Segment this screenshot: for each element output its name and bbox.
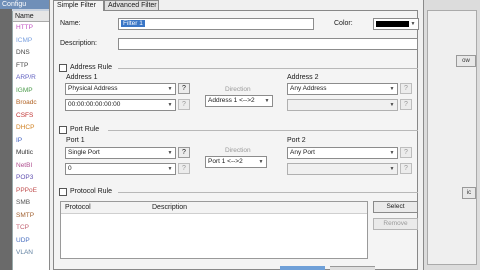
port2-type-select[interactable]: Any Port ▼ [287, 147, 398, 159]
address-rule-checkbox[interactable] [59, 64, 67, 72]
protocol-list-item[interactable]: PPPoE [16, 187, 37, 194]
protocol-list-item[interactable]: CSFS [16, 112, 33, 119]
address-rule-divider [118, 68, 418, 69]
address2-type-select[interactable]: Any Address ▼ [287, 83, 398, 95]
color-swatch [376, 21, 409, 27]
chevron-down-icon: ▼ [389, 102, 395, 108]
protocol-list-item[interactable]: UDP [16, 237, 30, 244]
chevron-down-icon: ▼ [258, 159, 264, 165]
port2-label: Port 2 [287, 137, 306, 144]
address1-value-field[interactable]: 00:00:00:00:00:00 ▼ [65, 99, 176, 111]
port-direction-select[interactable]: Port 1 <-->2 ▼ [205, 156, 267, 168]
port2-help-button[interactable]: ? [400, 147, 412, 158]
chevron-down-icon: ▼ [389, 166, 395, 172]
port1-label: Port 1 [66, 137, 85, 144]
protocol-table[interactable]: Protocol Description [60, 201, 368, 259]
background-left-strip [0, 9, 12, 270]
protocol-list-item[interactable]: DHCP [16, 124, 34, 131]
chevron-down-icon: ▼ [167, 102, 173, 108]
address1-value-help-button[interactable]: ? [178, 99, 190, 110]
chevron-down-icon: ▼ [389, 86, 395, 92]
chevron-down-icon: ▼ [410, 21, 416, 27]
background-button-2[interactable]: ic [462, 187, 476, 199]
tab-advanced-filter[interactable]: Advanced Filter [104, 0, 159, 10]
protocol-list-item[interactable]: SMTP [16, 212, 34, 219]
ok-button-edge[interactable] [280, 266, 325, 270]
port1-help-button[interactable]: ? [178, 147, 190, 158]
protocol-list-item[interactable]: VLAN [16, 249, 33, 256]
address1-type-value: Physical Address [68, 85, 118, 92]
port1-value-field[interactable]: 0 ▼ [65, 163, 176, 175]
address1-label: Address 1 [66, 74, 98, 81]
chevron-down-icon: ▼ [264, 98, 270, 104]
port-direction-value: Port 1 <-->2 [208, 158, 243, 165]
port2-type-value: Any Port [290, 149, 315, 156]
port-rule-divider [108, 130, 418, 131]
address2-help-button[interactable]: ? [400, 83, 412, 94]
chevron-down-icon: ▼ [167, 150, 173, 156]
color-picker[interactable]: ▼ [373, 18, 419, 30]
description-field[interactable] [118, 38, 418, 50]
address1-value: 00:00:00:00:00:00 [68, 101, 121, 108]
remove-button[interactable]: Remove [373, 218, 418, 230]
address-direction-value: Address 1 <-->2 [208, 97, 255, 104]
address2-label: Address 2 [287, 74, 319, 81]
protocol-rule-divider [118, 192, 418, 193]
protocol-list-item[interactable]: DNS [16, 49, 30, 56]
address-rule-label: Address Rule [70, 64, 113, 71]
protocol-list-item[interactable]: Multic [16, 149, 33, 156]
port1-type-value: Single Port [68, 149, 100, 156]
protocol-list-header[interactable]: Name [13, 11, 50, 22]
protocol-list-item[interactable]: HTTP [16, 24, 33, 31]
protocol-list-item[interactable]: TCP [16, 224, 29, 231]
name-field[interactable]: Filter 1 [118, 18, 314, 30]
protocol-list-item[interactable]: ARP/R [16, 74, 36, 81]
protocol-list-item[interactable]: POP3 [16, 174, 33, 181]
tab-simple-filter[interactable]: Simple Filter [53, 0, 104, 11]
select-button[interactable]: Select [373, 201, 418, 213]
protocol-table-header [61, 202, 367, 214]
port1-type-select[interactable]: Single Port ▼ [65, 147, 176, 159]
protocol-list-item[interactable]: NetBI [16, 162, 32, 169]
port-rule-label: Port Rule [70, 126, 100, 133]
protocol-list-item[interactable]: Broadc [16, 99, 37, 106]
address-direction-select[interactable]: Address 1 <-->2 ▼ [205, 95, 273, 107]
port2-value-field[interactable]: ▼ [287, 163, 398, 175]
name-label: Name: [60, 20, 81, 27]
name-field-value: Filter 1 [121, 20, 145, 27]
cancel-button-edge[interactable] [330, 266, 375, 270]
protocol-rule-checkbox[interactable] [59, 188, 67, 196]
description-label: Description: [60, 40, 97, 47]
port1-value-help-button[interactable]: ? [178, 163, 190, 174]
address1-type-select[interactable]: Physical Address ▼ [65, 83, 176, 95]
column-protocol[interactable]: Protocol [65, 204, 91, 211]
port1-value: 0 [68, 165, 72, 172]
address2-value-help-button[interactable]: ? [400, 99, 412, 110]
chevron-down-icon: ▼ [389, 150, 395, 156]
color-label: Color: [334, 20, 353, 27]
address2-type-value: Any Address [290, 85, 327, 92]
address1-help-button[interactable]: ? [178, 83, 190, 94]
address-direction-label: Direction [225, 86, 251, 93]
column-description[interactable]: Description [152, 204, 187, 211]
port2-value-help-button[interactable]: ? [400, 163, 412, 174]
address2-value-field[interactable]: ▼ [287, 99, 398, 111]
chevron-down-icon: ▼ [167, 86, 173, 92]
protocol-list-item[interactable]: SMB [16, 199, 30, 206]
protocol-list-item[interactable]: FTP [16, 62, 28, 69]
background-button-1[interactable]: ow [456, 55, 476, 67]
protocol-rule-label: Protocol Rule [70, 188, 113, 195]
protocol-list-item[interactable]: IGMP [16, 87, 33, 94]
chevron-down-icon: ▼ [167, 166, 173, 172]
protocol-list-item[interactable]: IP [16, 137, 22, 144]
background-config-tab[interactable]: Configu [0, 0, 50, 9]
protocol-list-item[interactable]: ICMP [16, 37, 32, 44]
port-direction-label: Direction [225, 147, 251, 154]
background-right-box [427, 10, 477, 265]
port-rule-checkbox[interactable] [59, 126, 67, 134]
